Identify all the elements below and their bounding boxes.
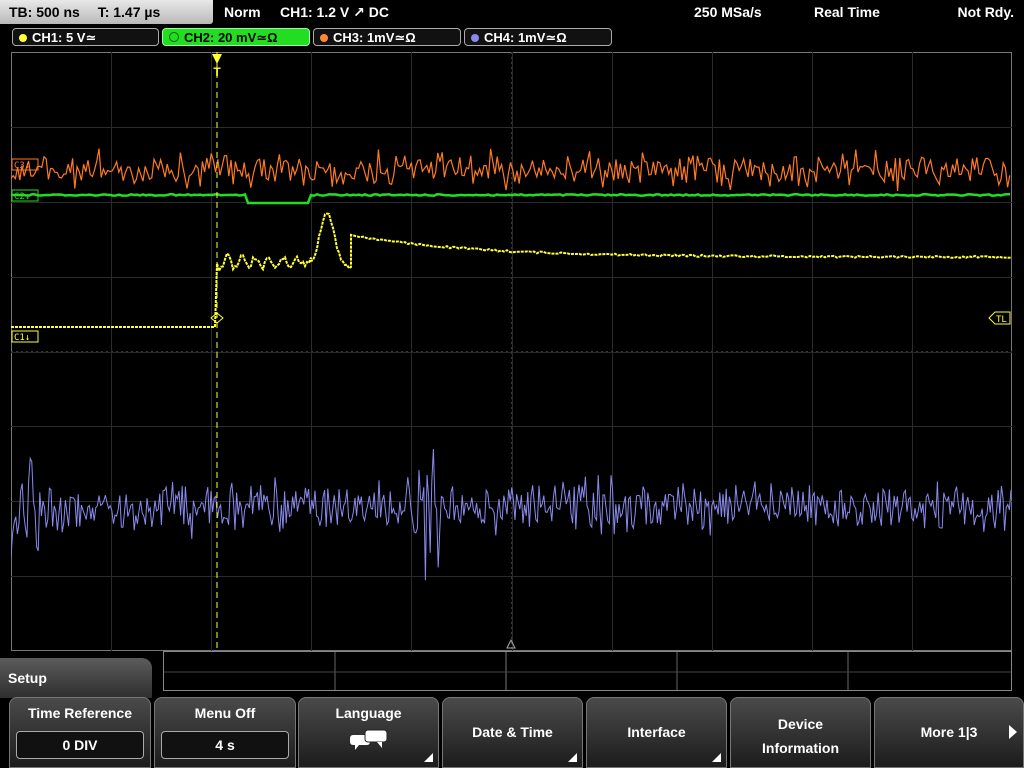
- timebase-value: TB: 500 ns: [9, 4, 80, 20]
- softkey-label-line1: Device: [777, 716, 824, 732]
- softkey-label: Time Reference: [27, 705, 132, 721]
- channel-tab-ch3[interactable]: CH3: 1mV≃Ω: [313, 28, 461, 46]
- speech-bubbles-icon: [350, 729, 388, 750]
- softkey-label: Language: [335, 705, 402, 721]
- language-button[interactable]: Language: [298, 697, 439, 768]
- interface-button[interactable]: Interface: [586, 697, 727, 768]
- acquisition-status: Not Rdy.: [957, 4, 1014, 20]
- trigger-settings[interactable]: CH1: 1.2 V ↗ DC: [280, 0, 389, 24]
- ch4-dot-icon: [471, 34, 479, 42]
- device-information-button[interactable]: Device Information: [730, 697, 871, 768]
- zoom-overview-strip[interactable]: [163, 651, 1012, 691]
- trigger-mode[interactable]: Norm: [224, 0, 261, 24]
- svg-text:C1↓: C1↓: [14, 333, 30, 343]
- softkey-label: More 1|3: [920, 724, 978, 740]
- softkey-label: Interface: [627, 724, 686, 740]
- trigger-time-value: T: 1.47 µs: [97, 4, 161, 20]
- channel-tab-ch1[interactable]: CH1: 5 V≃: [12, 28, 159, 46]
- channel-label: CH3: 1mV≃Ω: [333, 30, 416, 45]
- softkey-label: Device Information: [731, 712, 870, 760]
- softkey-label: Menu Off: [194, 705, 256, 721]
- ch2-dot-icon: [169, 32, 179, 42]
- time-reference-button[interactable]: Time Reference 0 DIV: [9, 697, 151, 768]
- menu-off-value: 4 s: [161, 731, 289, 759]
- submenu-corner-icon: [424, 753, 433, 762]
- channel-label: CH2: 20 mV≃Ω: [184, 30, 278, 45]
- ch3-dot-icon: [320, 34, 328, 42]
- softkey-label: Date & Time: [472, 724, 553, 740]
- sample-rate: 250 MSa/s: [694, 4, 762, 20]
- svg-text:TL: TL: [996, 315, 1007, 325]
- trigger-position-label: T: [213, 65, 221, 79]
- submenu-corner-icon: [568, 753, 577, 762]
- date-time-button[interactable]: Date & Time: [442, 697, 583, 768]
- svg-text:C3↓: C3↓: [14, 161, 30, 171]
- softkey-label-line2: Information: [762, 740, 839, 756]
- channel-label: CH1: 5 V≃: [32, 30, 97, 45]
- status-bar: TB: 500 ns T: 1.47 µs Norm CH1: 1.2 V ↗ …: [0, 0, 1024, 24]
- menu-title: Setup: [0, 658, 152, 698]
- waveform-display[interactable]: T C3↓ C2↓ C1↓ TL: [11, 52, 1012, 651]
- more-button[interactable]: More 1|3: [874, 697, 1024, 768]
- menu-off-button[interactable]: Menu Off 4 s: [154, 697, 296, 768]
- channel-label: CH4: 1mV≃Ω: [484, 30, 567, 45]
- acquisition-mode: Real Time: [814, 4, 880, 20]
- svg-text:C2↓: C2↓: [14, 192, 30, 202]
- channel-tab-ch2[interactable]: CH2: 20 mV≃Ω: [162, 28, 310, 46]
- submenu-corner-icon: [712, 753, 721, 762]
- timebase-box[interactable]: TB: 500 ns T: 1.47 µs: [0, 0, 213, 24]
- next-page-arrow-icon: [1009, 725, 1017, 739]
- time-reference-value: 0 DIV: [16, 731, 144, 759]
- ch1-dot-icon: [19, 34, 27, 42]
- channel-tab-ch4[interactable]: CH4: 1mV≃Ω: [464, 28, 612, 46]
